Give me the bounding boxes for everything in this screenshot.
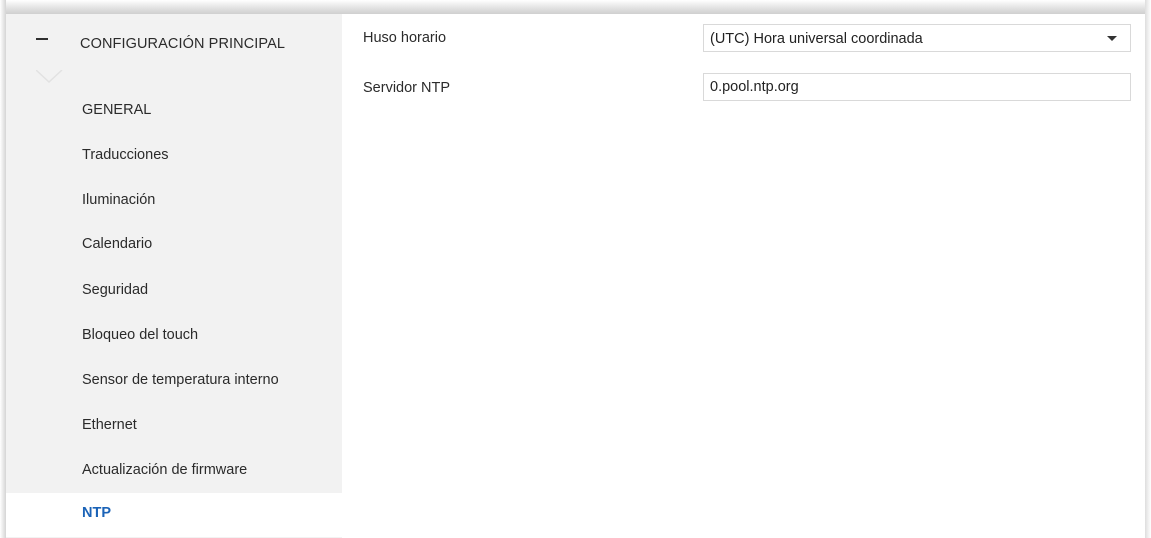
sidebar-item-traducciones[interactable]: Traducciones (6, 135, 342, 179)
ntp-server-input[interactable] (703, 73, 1131, 101)
window-right-edge (1145, 0, 1151, 538)
main-content: Huso horario (UTC) Hora universal coordi… (342, 14, 1145, 538)
sidebar-item-label: Iluminación (82, 192, 156, 208)
timezone-selected-value: (UTC) Hora universal coordinada (710, 31, 923, 47)
window-top-edge (0, 0, 1151, 14)
sidebar-section-title: CONFIGURACIÓN PRINCIPAL (80, 36, 286, 52)
sidebar-item-ntp[interactable]: NTP (6, 493, 348, 537)
sidebar-item-label: NTP (82, 505, 111, 521)
sidebar-item-calendario[interactable]: Calendario (6, 224, 342, 268)
sidebar-item-label: Seguridad (82, 282, 149, 298)
header-notch-decoration (36, 70, 63, 84)
sidebar: CONFIGURACIÓN PRINCIPAL GENERAL Traducci… (6, 14, 348, 538)
sidebar-item-iluminacion[interactable]: Iluminación (6, 180, 342, 224)
sidebar-item-label: Calendario (82, 236, 153, 252)
sidebar-section-header[interactable]: CONFIGURACIÓN PRINCIPAL (6, 14, 342, 70)
timezone-select[interactable]: (UTC) Hora universal coordinada (703, 24, 1131, 52)
sidebar-item-label: Ethernet (82, 417, 137, 433)
sidebar-item-label: Sensor de temperatura interno (82, 372, 279, 388)
sidebar-item-actualizacion-firmware[interactable]: Actualización de firmware (6, 450, 342, 494)
ntp-server-label: Servidor NTP (363, 80, 451, 96)
dropdown-arrow-icon[interactable] (1107, 36, 1117, 41)
sidebar-item-general[interactable]: GENERAL (6, 90, 342, 134)
sidebar-item-sensor-temperatura[interactable]: Sensor de temperatura interno (6, 360, 342, 404)
sidebar-item-ethernet[interactable]: Ethernet (6, 405, 342, 449)
sidebar-item-seguridad[interactable]: Seguridad (6, 270, 342, 314)
sidebar-item-label: GENERAL (82, 102, 152, 118)
sidebar-item-label: Bloqueo del touch (82, 327, 199, 343)
timezone-label: Huso horario (363, 30, 447, 46)
sidebar-item-label: Traducciones (82, 147, 169, 163)
minus-icon[interactable] (36, 38, 48, 40)
sidebar-item-bloqueo-touch[interactable]: Bloqueo del touch (6, 315, 342, 359)
sidebar-item-label: Actualización de firmware (82, 462, 248, 478)
